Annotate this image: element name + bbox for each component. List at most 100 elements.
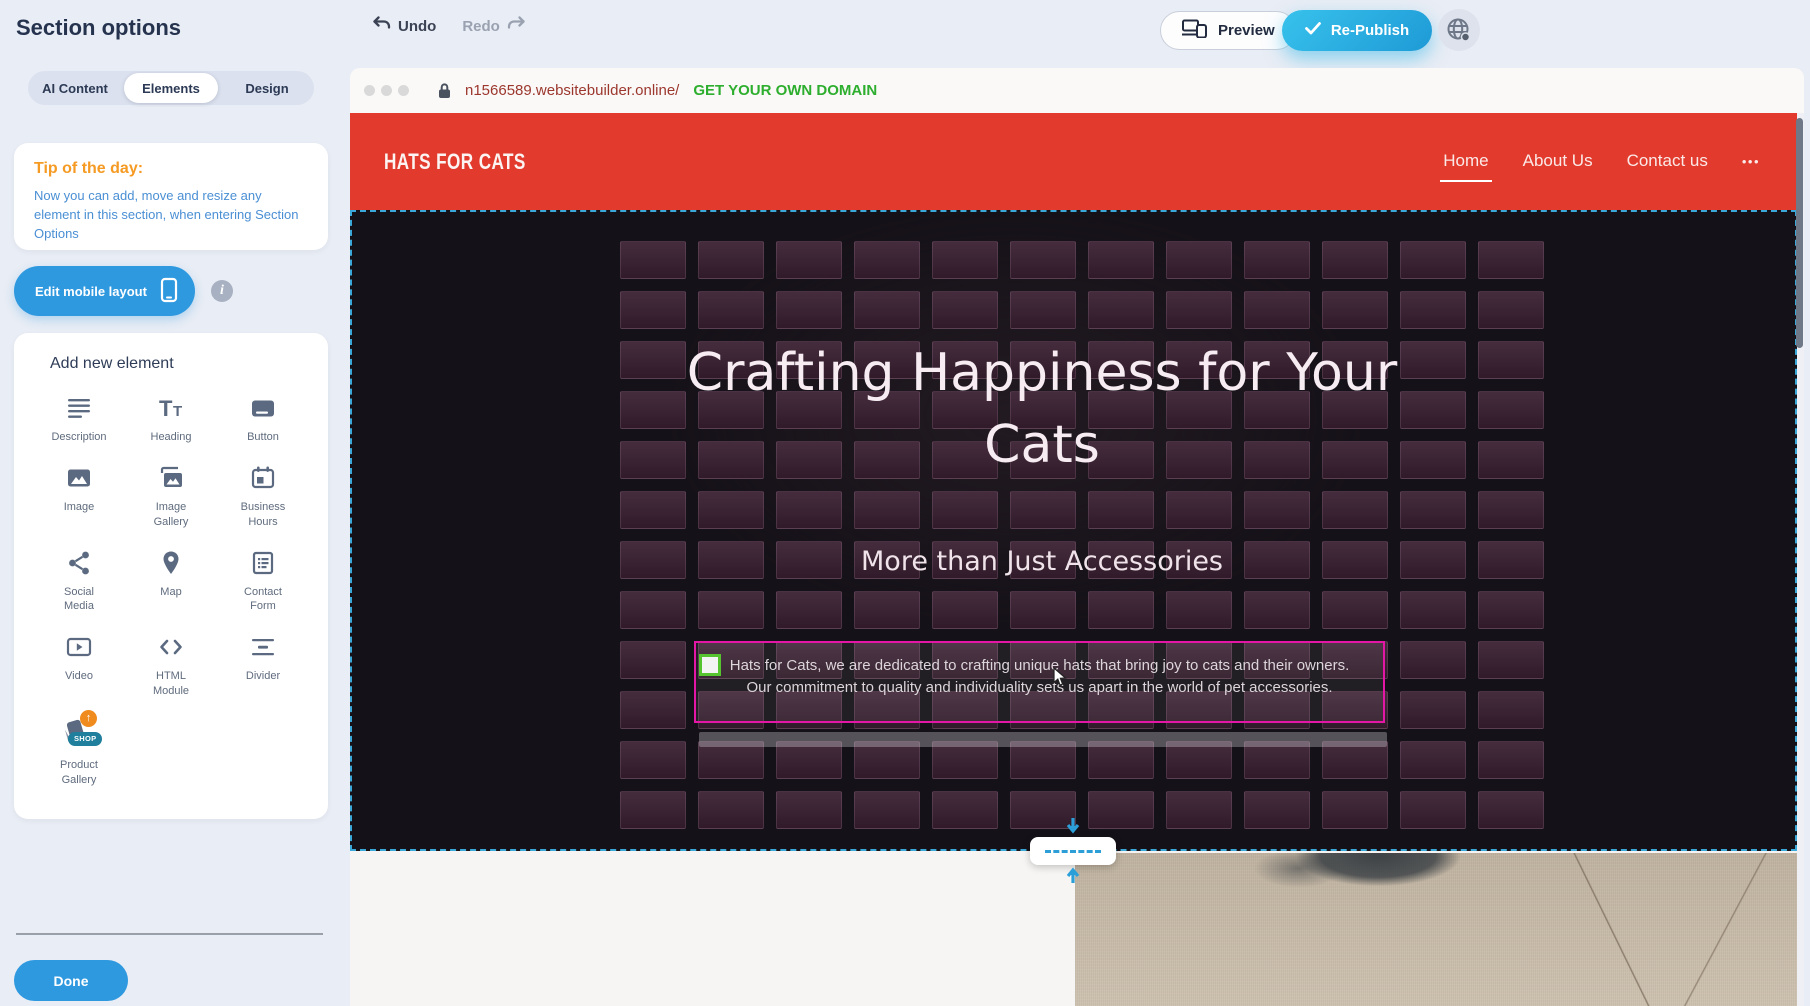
language-globe-button[interactable] xyxy=(1438,9,1480,51)
hero-tile xyxy=(620,291,686,329)
product-gallery-icon: ↑ SHOP xyxy=(59,717,99,751)
element-item-product-gallery[interactable]: ↑ SHOP Product Gallery xyxy=(33,717,125,788)
hero-tile xyxy=(932,491,998,529)
hero-tile xyxy=(1088,591,1154,629)
get-domain-link[interactable]: GET YOUR OWN DOMAIN xyxy=(693,82,877,99)
drag-handle[interactable] xyxy=(699,654,721,676)
hero-tile xyxy=(932,591,998,629)
heading-icon: TT xyxy=(157,393,185,423)
divider-icon xyxy=(249,632,277,662)
social-media-icon xyxy=(65,548,93,578)
hero-tile xyxy=(620,491,686,529)
site-nav: Home About Us Contact us ••• xyxy=(1443,151,1760,171)
hero-tile xyxy=(1322,791,1388,829)
site-preview-frame: n1566589.websitebuilder.online/ GET YOUR… xyxy=(350,68,1804,1006)
site-logo[interactable]: HATS FOR CATS xyxy=(384,149,526,175)
undo-button[interactable]: Undo xyxy=(372,16,436,36)
button-icon xyxy=(249,393,277,423)
svg-text:T: T xyxy=(173,403,182,420)
hero-section-selected[interactable]: Crafting Happiness for Your Cats More th… xyxy=(350,210,1797,851)
arrow-up-icon xyxy=(1064,866,1082,883)
tab-ai-content[interactable]: AI Content xyxy=(28,71,122,105)
republish-button[interactable]: Re-Publish xyxy=(1282,10,1432,51)
element-label: Video xyxy=(65,669,93,684)
hero-tile xyxy=(1244,791,1310,829)
undo-redo-group: Undo Redo xyxy=(372,16,526,36)
tab-elements[interactable]: Elements xyxy=(124,73,218,103)
element-label: Map xyxy=(160,585,181,600)
info-icon[interactable]: i xyxy=(211,280,233,302)
check-icon xyxy=(1305,22,1321,39)
selected-text-element[interactable]: Hats for Cats, we are dedicated to craft… xyxy=(694,641,1385,723)
done-button[interactable]: Done xyxy=(14,960,128,1001)
hero-tile xyxy=(1400,591,1466,629)
element-label: Button xyxy=(247,430,279,445)
hero-tile xyxy=(698,291,764,329)
description-icon xyxy=(65,393,93,423)
redo-icon xyxy=(507,16,526,36)
edit-mobile-layout-button[interactable]: Edit mobile layout xyxy=(14,266,195,316)
hero-tile xyxy=(698,241,764,279)
redo-button[interactable]: Redo xyxy=(462,16,526,36)
address-bar-url[interactable]: n1566589.websitebuilder.online/ xyxy=(465,82,679,99)
element-item-business-hours[interactable]: Business Hours xyxy=(217,463,309,530)
browser-chrome: n1566589.websitebuilder.online/ GET YOUR… xyxy=(350,68,1804,113)
lock-icon xyxy=(437,82,452,99)
element-item-map[interactable]: Map xyxy=(125,548,217,615)
hero-tile xyxy=(1400,291,1466,329)
hero-tile xyxy=(698,491,764,529)
hero-tile xyxy=(1166,241,1232,279)
tip-of-the-day-card: Tip of the day: Now you can add, move an… xyxy=(14,143,328,250)
hero-tile xyxy=(1322,591,1388,629)
upgrade-badge-icon: ↑ xyxy=(80,710,97,727)
hero-tile xyxy=(1322,291,1388,329)
html-code-icon xyxy=(157,632,185,662)
hero-tile xyxy=(776,791,842,829)
hero-tile xyxy=(1322,491,1388,529)
hero-tile xyxy=(1478,541,1544,579)
topbar-right: Preview Re-Publish xyxy=(1470,0,1810,60)
hero-paragraph-line: Hats for Cats, we are dedicated to craft… xyxy=(696,655,1383,677)
hero-paragraph-line: Our commitment to quality and individual… xyxy=(696,677,1383,699)
element-item-contact-form[interactable]: Contact Form xyxy=(217,548,309,615)
hero-heading: Crafting Happiness for Your Cats xyxy=(642,338,1442,482)
site-header: HATS FOR CATS Home About Us Contact us •… xyxy=(350,113,1797,210)
element-item-social-media[interactable]: Social Media xyxy=(33,548,125,615)
hero-tile xyxy=(1478,391,1544,429)
element-item-divider[interactable]: Divider xyxy=(217,632,309,699)
element-item-image-gallery[interactable]: Image Gallery xyxy=(125,463,217,530)
hero-tile xyxy=(1166,491,1232,529)
redo-label: Redo xyxy=(462,18,500,35)
hero-tile xyxy=(1400,641,1466,679)
element-item-heading[interactable]: TT Heading xyxy=(125,393,217,445)
hero-tile xyxy=(1166,591,1232,629)
element-item-video[interactable]: Video xyxy=(33,632,125,699)
hero-tile xyxy=(1166,291,1232,329)
element-item-image[interactable]: Image xyxy=(33,463,125,530)
element-item-description[interactable]: Description xyxy=(33,393,125,445)
hero-tile xyxy=(854,241,920,279)
element-label: Image xyxy=(64,500,95,515)
business-hours-icon xyxy=(249,463,277,493)
shop-badge: SHOP xyxy=(68,732,102,746)
element-item-html-module[interactable]: HTML Module xyxy=(125,632,217,699)
preview-label: Preview xyxy=(1218,22,1275,39)
hero-tile xyxy=(1478,491,1544,529)
nav-item-home[interactable]: Home xyxy=(1443,151,1488,171)
hero-tile xyxy=(854,791,920,829)
element-item-button[interactable]: Button xyxy=(217,393,309,445)
hero-tile xyxy=(1400,691,1466,729)
hero-tile xyxy=(1244,491,1310,529)
nav-more-icon[interactable]: ••• xyxy=(1742,154,1760,169)
panel-tabs: AI Content Elements Design xyxy=(28,71,314,105)
nav-item-contact-us[interactable]: Contact us xyxy=(1627,151,1708,171)
edit-mobile-layout-label: Edit mobile layout xyxy=(35,284,147,299)
section-resize-handle[interactable] xyxy=(1030,837,1116,865)
preview-button[interactable]: Preview xyxy=(1160,11,1296,50)
next-section-image[interactable] xyxy=(1075,853,1797,1006)
scrollbar-thumb[interactable] xyxy=(1796,118,1803,348)
hero-tile xyxy=(1400,741,1466,779)
tab-design[interactable]: Design xyxy=(220,71,314,105)
nav-item-about-us[interactable]: About Us xyxy=(1523,151,1593,171)
hero-tile xyxy=(1010,291,1076,329)
